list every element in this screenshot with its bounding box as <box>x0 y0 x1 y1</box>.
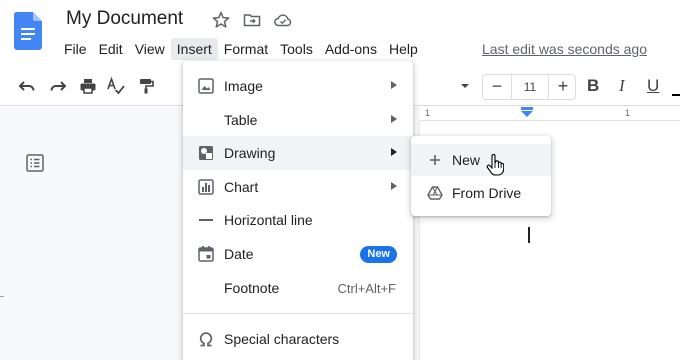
menu-item-label: Drawing <box>224 145 276 161</box>
menubar: File Edit View Insert Format Tools Add-o… <box>58 37 424 61</box>
menu-item-label: Footnote <box>224 280 280 296</box>
italic-button[interactable]: I <box>619 76 625 96</box>
font-size-increase-button[interactable]: + <box>549 75 577 99</box>
insert-table-item[interactable]: Table <box>183 103 413 137</box>
insert-drawing-item[interactable]: Drawing <box>183 136 413 170</box>
submenu-item-label: From Drive <box>452 185 522 201</box>
font-size-stepper: − 11 + <box>482 74 576 100</box>
header: My Document File Edit View Insert Format… <box>0 0 680 66</box>
horizontal-ruler[interactable]: 1 1 <box>420 107 680 121</box>
spellcheck-icon[interactable] <box>106 76 126 96</box>
insert-special-characters-item[interactable]: Special characters <box>183 322 413 356</box>
hand-pointer-cursor-icon <box>486 154 504 176</box>
menu-item-label: Table <box>224 112 258 128</box>
menu-divider <box>183 313 413 314</box>
underline-button[interactable]: U <box>647 76 659 96</box>
font-size-decrease-button[interactable]: − <box>483 75 511 99</box>
last-edit-link[interactable]: Last edit was seconds ago <box>482 41 647 57</box>
insert-menu: Image Table Drawing Chart Horizontal lin… <box>183 61 413 360</box>
ruler-label: 1 <box>425 108 431 118</box>
cloud-saved-icon[interactable] <box>273 10 293 30</box>
submenu-arrow-icon <box>391 115 397 123</box>
keyboard-shortcut: Ctrl+Alt+F <box>337 281 396 296</box>
drawing-submenu: New From Drive <box>411 136 551 216</box>
insert-chart-item[interactable]: Chart <box>183 170 413 204</box>
undo-icon[interactable] <box>17 76 37 96</box>
submenu-item-label: New <box>452 152 481 168</box>
menu-item-label: Date <box>224 246 254 262</box>
plus-icon <box>430 155 440 165</box>
menu-item-label: Horizontal line <box>224 212 313 228</box>
document-outline-icon[interactable] <box>24 152 46 174</box>
submenu-arrow-icon <box>391 148 397 156</box>
font-size-input[interactable]: 11 <box>511 75 549 99</box>
insert-image-item[interactable]: Image <box>183 69 413 103</box>
menu-help[interactable]: Help <box>383 38 424 60</box>
insert-footnote-item[interactable]: Footnote Ctrl+Alt+F <box>183 271 413 305</box>
menu-insert[interactable]: Insert <box>170 38 218 60</box>
menu-item-label: Chart <box>224 179 259 195</box>
menu-edit[interactable]: Edit <box>93 38 129 60</box>
star-icon[interactable] <box>211 10 231 30</box>
insert-horizontal-line-item[interactable]: Horizontal line <box>183 203 413 237</box>
text-color-button[interactable] <box>672 78 680 96</box>
new-badge: New <box>360 246 397 263</box>
text-cursor <box>528 227 530 243</box>
ruler-label: 1 <box>625 108 631 118</box>
docs-logo-icon[interactable] <box>14 12 42 50</box>
vertical-ruler-tick <box>0 296 4 297</box>
drawing-new-item[interactable]: New <box>411 144 551 176</box>
submenu-arrow-icon <box>391 182 397 190</box>
paint-format-icon[interactable] <box>136 76 156 96</box>
menu-item-label: Special characters <box>224 331 340 347</box>
menu-format[interactable]: Format <box>218 38 274 60</box>
outline-panel <box>0 107 200 360</box>
redo-icon[interactable] <box>48 76 68 96</box>
drawing-icon <box>199 146 213 160</box>
menu-item-label: Image <box>224 78 263 94</box>
menu-file[interactable]: File <box>58 38 93 60</box>
move-to-folder-icon[interactable] <box>242 10 262 30</box>
font-dropdown-arrow-icon[interactable] <box>458 76 472 96</box>
bold-button[interactable]: B <box>587 76 599 96</box>
document-title[interactable]: My Document <box>66 8 183 30</box>
indent-marker-icon[interactable] <box>520 107 534 118</box>
horizontal-line-icon <box>199 219 213 221</box>
omega-icon <box>199 332 213 347</box>
menu-add-ons[interactable]: Add-ons <box>319 38 383 60</box>
submenu-arrow-icon <box>391 81 397 89</box>
menu-view[interactable]: View <box>129 38 171 60</box>
drive-icon <box>427 186 443 200</box>
date-icon <box>198 246 214 262</box>
chart-icon <box>198 179 214 195</box>
insert-date-item[interactable]: Date New <box>183 237 413 271</box>
image-icon <box>198 78 214 94</box>
drawing-from-drive-item[interactable]: From Drive <box>411 177 551 209</box>
print-icon[interactable] <box>78 76 98 96</box>
menu-tools[interactable]: Tools <box>274 38 319 60</box>
